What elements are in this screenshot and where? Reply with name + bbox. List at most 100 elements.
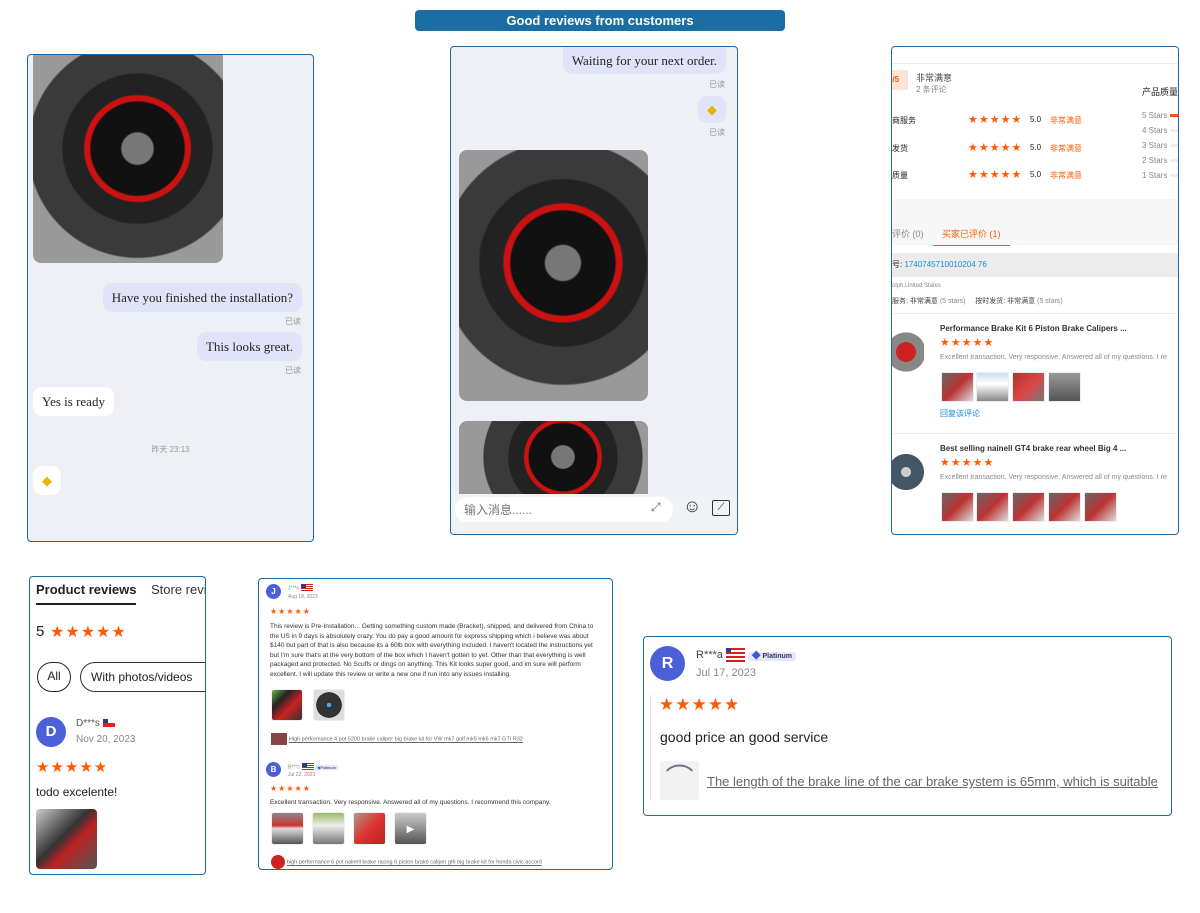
- badge-label: Platinum: [320, 764, 336, 770]
- emoji-icon[interactable]: ☺: [683, 496, 701, 517]
- review-date: Nov 20, 2023: [76, 734, 136, 745]
- tab-buyer-reviewed[interactable]: 买家已评价 (1): [933, 227, 1010, 246]
- buyer-ratings: 服务: 非常满意 (5 stars) 按时发货: 非常满意 (5 stars): [892, 296, 1063, 306]
- bar-fill: [1170, 114, 1178, 118]
- filter-photos[interactable]: With photos/videos: [80, 662, 205, 692]
- product-link-text[interactable]: high performance 6 pot nainell brake rac…: [287, 860, 542, 866]
- rating-label: 质量: [892, 171, 908, 180]
- rating-level: 非常满意: [1050, 144, 1082, 153]
- read-status: 已读: [709, 80, 725, 89]
- rating-stars: ★★★★★: [50, 624, 127, 641]
- review-stars: ★★★★★: [270, 784, 311, 793]
- reviewer-username: B***s: [288, 764, 300, 771]
- review-photo[interactable]: [36, 809, 97, 869]
- read-status: 已读: [285, 366, 301, 375]
- platinum-badge: ◆ Platinum: [748, 649, 797, 661]
- review-photo[interactable]: [271, 689, 303, 721]
- emoji-bubble: ◆: [698, 96, 726, 123]
- quality-title: 产品质量: [1142, 87, 1179, 97]
- review-photo[interactable]: [976, 492, 1009, 522]
- product-link[interactable]: The length of the brake line of the car …: [707, 774, 1158, 789]
- rating-stars: ★★★★★: [968, 169, 1023, 181]
- review-photo[interactable]: [1084, 492, 1117, 522]
- expand-icon[interactable]: ⤢: [651, 500, 661, 515]
- diamond-icon: ◆: [752, 649, 761, 661]
- product-image[interactable]: [892, 445, 924, 499]
- review-photo[interactable]: [312, 812, 345, 845]
- product-reviews-panel-1: Product reviews Store revi 5 ★★★★★ All W…: [29, 576, 206, 875]
- review-stars: ★★★★★: [659, 695, 741, 714]
- filter-all[interactable]: All: [37, 662, 71, 692]
- shipping-stars: (5 stars): [1037, 298, 1063, 305]
- review-photo[interactable]: [1012, 492, 1045, 522]
- product-thumbnail: [271, 733, 287, 745]
- star-distribution-row: 4 Stars: [1142, 125, 1178, 137]
- satisfaction-level: 非常满意: [916, 73, 953, 83]
- play-icon: ▶: [406, 824, 415, 835]
- star-distribution-row: 2 Stars: [1142, 155, 1178, 167]
- bar-label: 5 Stars: [1142, 111, 1168, 120]
- message-bubble: Yes is ready: [33, 387, 114, 416]
- product-link[interactable]: high performance 6 pot nainell brake rac…: [271, 855, 542, 869]
- us-flag-icon: [300, 584, 313, 592]
- tire-photo[interactable]: [459, 421, 648, 501]
- review-date: Jul 22, 2023: [288, 772, 316, 778]
- review-photo[interactable]: [976, 372, 1009, 402]
- order-number[interactable]: 1740745710010204 76: [904, 260, 986, 269]
- gift-emoji-icon: ◆: [42, 473, 52, 488]
- us-flag-icon: [725, 648, 745, 663]
- store-rating-panel: 0/5 非常满意 2 条评论 商服务 ★★★★★ 5.0 非常满意 发货 ★★★…: [891, 46, 1179, 535]
- product-image[interactable]: [892, 325, 924, 379]
- rating-value: 5: [36, 623, 45, 640]
- reply-link[interactable]: 回复该评论: [940, 408, 980, 419]
- avatar: R: [650, 646, 685, 681]
- shipping-rating: 按时发货: 非常满意: [975, 298, 1036, 305]
- wheel-photo[interactable]: [33, 55, 223, 263]
- review-stars: ★★★★★: [940, 337, 995, 349]
- review-date: Aug 18, 2023: [288, 594, 318, 600]
- gift-emoji-icon: ◆: [707, 102, 717, 117]
- rating-score: 5.0: [1030, 115, 1042, 124]
- rating-stars: ★★★★★: [968, 114, 1023, 126]
- rating-stars: ★★★★★: [968, 142, 1023, 154]
- bar-label: 1 Stars: [1142, 171, 1168, 180]
- image-icon[interactable]: ⟋: [712, 500, 730, 516]
- chat-panel-2: Waiting for your next order. 已读 ◆ 已读 ⤢ ☺…: [450, 46, 738, 535]
- product-title[interactable]: Performance Brake Kit 6 Piston Brake Cal…: [940, 324, 1127, 333]
- service-rating: 服务: 非常满意: [892, 298, 938, 305]
- reviewer-name: D***s: [76, 718, 115, 729]
- review-video[interactable]: [1048, 372, 1081, 402]
- star-distribution-row: 5 Stars: [1142, 110, 1178, 122]
- review-text: Excellent transaction. Very responsive. …: [940, 354, 1167, 361]
- message-bubble: Have you finished the installation?: [102, 283, 302, 312]
- chile-flag-icon: [102, 719, 115, 728]
- review-photo[interactable]: [1048, 492, 1081, 522]
- tab-product-reviews[interactable]: Product reviews: [36, 582, 137, 605]
- tab-all-reviews[interactable]: 评价 (0): [892, 227, 924, 240]
- review-photo[interactable]: [353, 812, 386, 845]
- review-photo[interactable]: [1012, 372, 1045, 402]
- message-input[interactable]: [455, 497, 673, 522]
- order-label: 号:: [892, 260, 903, 269]
- product-title[interactable]: Best selling nainell GT4 brake rear whee…: [940, 444, 1126, 453]
- review-photo[interactable]: [271, 812, 304, 845]
- review-stars: ★★★★★: [270, 607, 311, 616]
- wheel-photo[interactable]: [459, 150, 648, 401]
- rating-label: 发货: [892, 144, 908, 153]
- product-link-text[interactable]: High performance 4 pot 5200 brake calipe…: [289, 737, 523, 743]
- rating-score: 5.0: [1030, 143, 1042, 152]
- avatar: D: [36, 717, 66, 747]
- platinum-badge: ◆Platinum: [315, 764, 338, 770]
- message-bubble: Waiting for your next order.: [562, 47, 726, 74]
- review-photo[interactable]: [313, 689, 345, 721]
- star-distribution-row: 3 Stars: [1142, 140, 1178, 152]
- review-video[interactable]: ▶: [394, 812, 427, 845]
- product-link[interactable]: High performance 4 pot 5200 brake calipe…: [271, 733, 523, 745]
- tab-store-reviews[interactable]: Store revi: [151, 582, 205, 597]
- review-photo[interactable]: [941, 372, 974, 402]
- product-thumbnail[interactable]: ⌒: [660, 761, 699, 800]
- bar-label: 3 Stars: [1142, 141, 1168, 150]
- review-text: good price an good service: [660, 729, 829, 745]
- read-status: 已读: [285, 317, 301, 326]
- review-photo[interactable]: [941, 492, 974, 522]
